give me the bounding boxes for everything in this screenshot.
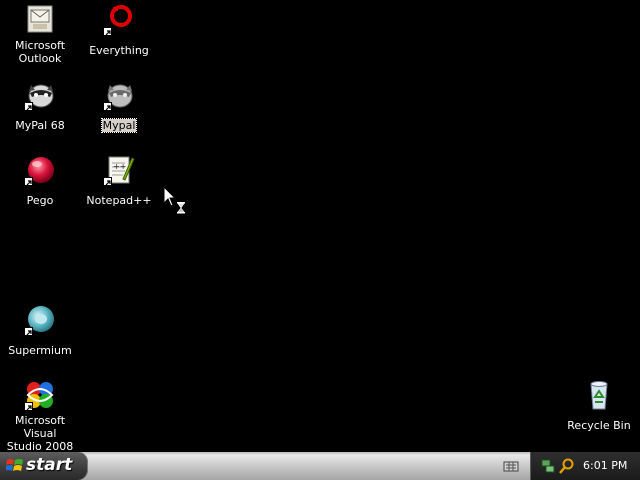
recycle-bin-icon xyxy=(583,379,615,411)
desktop-icon-recycle-bin[interactable]: Recycle Bin xyxy=(559,379,639,433)
shortcut-arrow-icon xyxy=(24,102,33,111)
desktop-icon-microsoft-outlook[interactable]: Microsoft Outlook xyxy=(0,4,80,66)
desktop-icon-label: Supermium xyxy=(8,344,72,357)
desktop-icon-pego[interactable]: Pego xyxy=(0,154,80,208)
system-tray: 6:01 PM xyxy=(530,452,640,480)
desktop-icon-label: Notepad++ xyxy=(86,194,152,207)
taskbar: start 6:01 PM xyxy=(0,452,640,480)
visual-studio-icon xyxy=(24,379,56,411)
shortcut-arrow-icon xyxy=(103,27,112,36)
raccoon-icon xyxy=(103,79,135,111)
desktop[interactable]: Microsoft Outlook Everything MyPal 68 My… xyxy=(0,0,640,454)
desktop-icon-label: Recycle Bin xyxy=(567,419,631,432)
supermium-icon xyxy=(24,304,56,336)
notepad-plus-plus-icon: ++ xyxy=(103,154,135,186)
shortcut-arrow-icon xyxy=(24,177,33,186)
start-label: start xyxy=(26,455,73,475)
desktop-icon-label: MyPal 68 xyxy=(15,119,65,132)
desktop-icon-label: Mypal xyxy=(100,118,138,133)
network-icon[interactable] xyxy=(540,458,556,478)
desktop-icon-label: Microsoft Outlook xyxy=(14,39,66,65)
shortcut-arrow-icon xyxy=(24,327,33,336)
desktop-icon-mypal[interactable]: Mypal xyxy=(79,79,159,133)
raccoon-icon xyxy=(24,79,56,111)
start-button[interactable]: start xyxy=(0,452,88,480)
shortcut-arrow-icon xyxy=(103,102,112,111)
outlook-icon xyxy=(24,4,56,36)
desktop-icon-label: Microsoft Visual Studio 2008 xyxy=(6,414,74,453)
desktop-icon-label: Pego xyxy=(26,194,54,207)
desktop-icon-visual-studio-2008[interactable]: Microsoft Visual Studio 2008 xyxy=(0,379,81,454)
shortcut-arrow-icon xyxy=(24,402,33,411)
everything-icon xyxy=(103,4,135,36)
desktop-icon-mypal-68[interactable]: MyPal 68 xyxy=(0,79,80,133)
windows-logo-icon xyxy=(5,458,24,478)
desktop-icon-notepad-plus-plus[interactable]: ++ Notepad++ xyxy=(79,154,159,208)
clock[interactable]: 6:01 PM xyxy=(583,459,627,472)
desktop-icon-label: Everything xyxy=(89,44,149,57)
desktop-icon-supermium[interactable]: Supermium xyxy=(0,304,80,358)
shortcut-arrow-icon xyxy=(103,177,112,186)
keyboard-icon[interactable] xyxy=(503,458,519,477)
desktop-icon-everything[interactable]: Everything xyxy=(79,4,159,58)
pego-icon xyxy=(24,154,56,186)
search-icon[interactable] xyxy=(559,458,575,478)
svg-text:++: ++ xyxy=(113,162,126,171)
busy-cursor-icon xyxy=(163,185,189,220)
